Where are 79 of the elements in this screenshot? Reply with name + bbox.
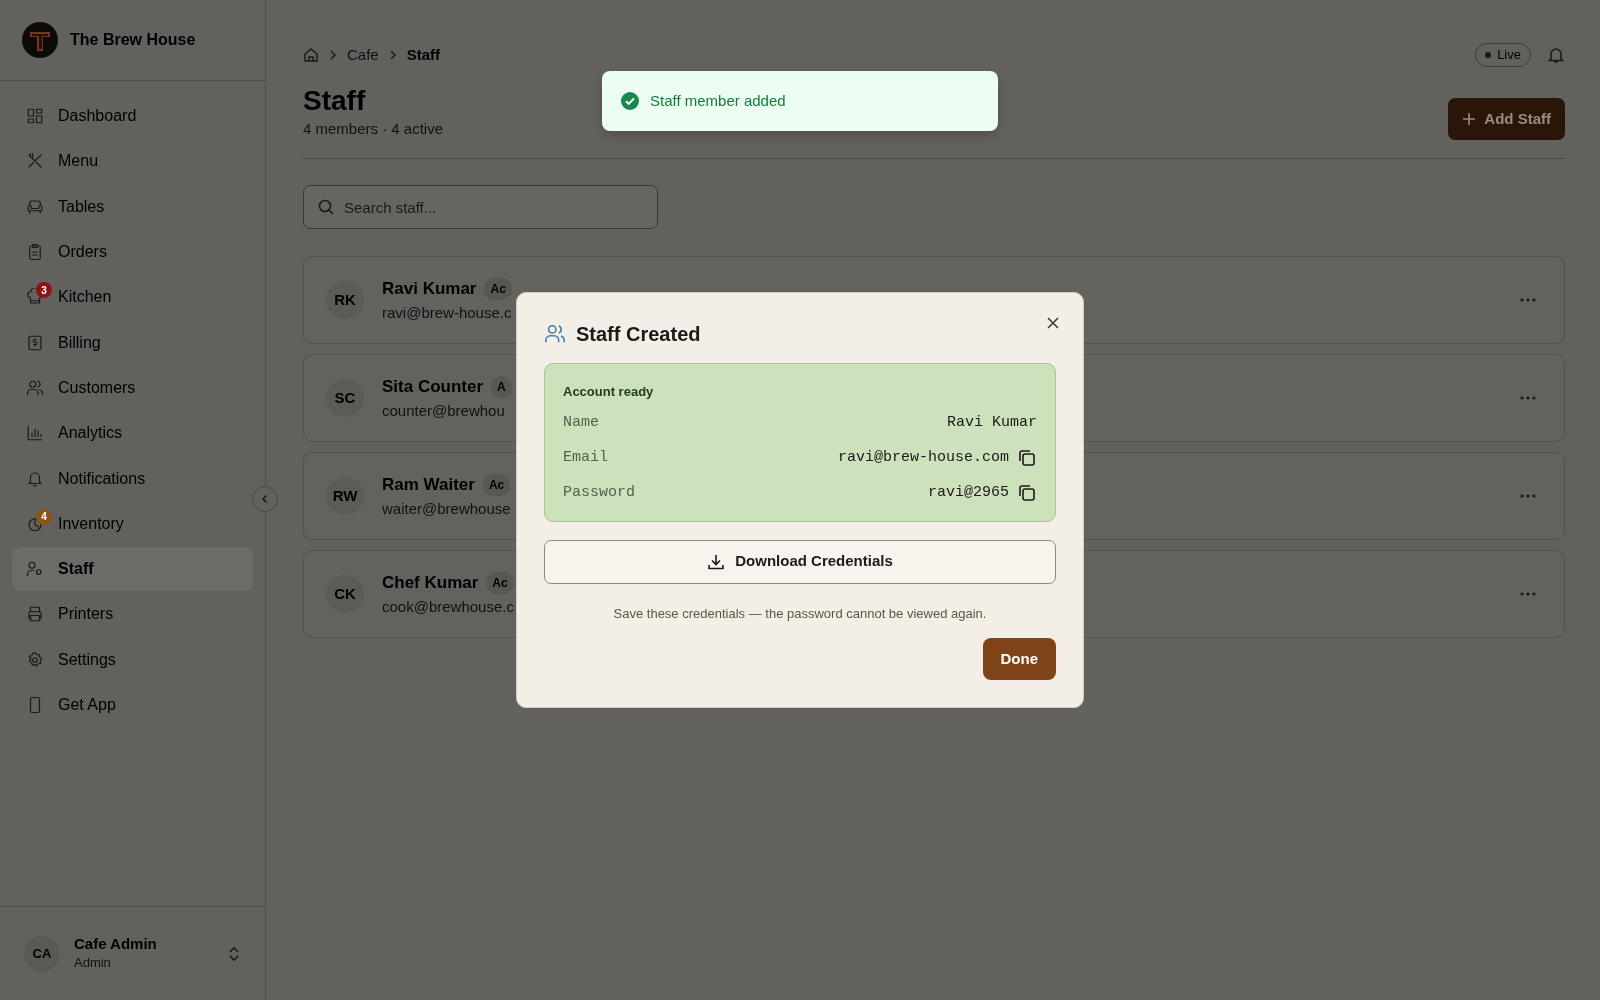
breadcrumb-current: Staff (406, 44, 441, 65)
status-badge: Ac (484, 277, 512, 300)
clipboard-icon (26, 243, 44, 262)
page-subtitle: 4 members · 4 active (303, 118, 444, 139)
printer-icon (26, 605, 44, 624)
sidebar-item[interactable]: Dashboard (12, 94, 253, 139)
sidebar-item[interactable]: Staff (12, 546, 253, 592)
sidebar-item[interactable]: Tables (12, 184, 253, 229)
field-label: Password (563, 482, 635, 503)
sidebar-item[interactable]: Analytics (12, 411, 253, 456)
chevron-left-icon (260, 494, 270, 504)
user-role: Admin (74, 953, 112, 972)
grid-icon (26, 107, 44, 126)
sidebar-item[interactable]: Settings (12, 637, 253, 682)
copy-icon[interactable] (1017, 483, 1037, 503)
expand-icon[interactable] (227, 944, 241, 963)
bar-chart-icon (26, 424, 44, 443)
search-icon (317, 198, 335, 217)
sidebar-item[interactable]: Billing (12, 320, 253, 365)
staff-name: Sita Counter (382, 376, 484, 399)
count-badge: 3 (36, 282, 52, 299)
staff-email: waiter@brewhouse (382, 498, 511, 519)
count-badge: 4 (36, 508, 52, 525)
field-label: Email (563, 447, 608, 468)
sofa-icon (26, 197, 44, 216)
sidebar-item[interactable]: Menu (12, 139, 253, 184)
staff-name: Chef Kumar (382, 572, 479, 595)
status-badge: A (491, 375, 512, 398)
chevron-icon (388, 50, 397, 60)
staff-avatar: RK (326, 281, 364, 320)
page-title: Staff (303, 84, 367, 118)
staff-name: Ram Waiter (382, 474, 475, 497)
download-button[interactable]: Download Credentials (544, 539, 1056, 584)
copy-icon[interactable] (1017, 448, 1037, 468)
panel-title: Account ready (563, 383, 655, 401)
brand-logo (22, 22, 58, 58)
field-label: Name (563, 412, 599, 433)
collapse-sidebar-button[interactable] (252, 486, 278, 512)
field-value: Ravi Kumar (947, 412, 1037, 433)
status-badge: Ac (482, 473, 511, 496)
chevron-icon (329, 50, 337, 60)
search-field[interactable]: Search staff... (303, 185, 658, 230)
dialog-title: Staff Created (576, 322, 701, 347)
sidebar-item[interactable]: Printers (12, 592, 253, 637)
sidebar-item[interactable]: Notifications (12, 456, 253, 501)
sidebar-item[interactable]: Customers (12, 365, 253, 411)
done-button[interactable]: Done (982, 637, 1056, 680)
staff-avatar: CK (326, 575, 364, 614)
download-icon (707, 552, 726, 571)
staff-email: counter@brewhou (382, 400, 506, 421)
staff-email: ravi@brew-house.c (382, 302, 512, 323)
brand-name: The Brew House (70, 30, 196, 50)
receipt-icon (26, 333, 44, 352)
field-value: ravi@brew-house.com (837, 447, 1009, 468)
breadcrumb-link[interactable]: Cafe (347, 43, 379, 67)
bell-icon[interactable] (1547, 46, 1565, 64)
person-icon (26, 560, 44, 579)
user-name: Cafe Admin (74, 934, 157, 953)
toast-message: Staff member added (650, 90, 786, 111)
sidebar-item[interactable]: 4 Inventory (12, 501, 253, 546)
staff-avatar: SC (326, 379, 364, 418)
warning-note: Save these credentials — the password cannot be viewed again. (612, 604, 988, 623)
add-staff-button[interactable]: Add Staff (1448, 97, 1565, 141)
staff-name: Ravi Kumar (382, 278, 477, 301)
sidebar-item[interactable]: 3 Kitchen (12, 275, 253, 320)
status-badge: Ac (486, 571, 514, 594)
plus-icon (1462, 111, 1477, 126)
field-value: ravi@2965 (928, 482, 1009, 503)
check-circle-icon (620, 91, 640, 111)
staff-email: cook@brewhouse.c (382, 596, 514, 617)
staff-avatar: RW (326, 477, 364, 516)
bell-icon (26, 469, 44, 488)
people-icon (26, 378, 44, 397)
user-avatar: CA (24, 935, 60, 972)
home-icon[interactable] (303, 47, 319, 63)
people-icon (544, 323, 566, 345)
sidebar-item[interactable]: Orders (12, 229, 253, 275)
settings-icon (26, 650, 44, 669)
sidebar-item[interactable]: Get App (12, 682, 253, 728)
